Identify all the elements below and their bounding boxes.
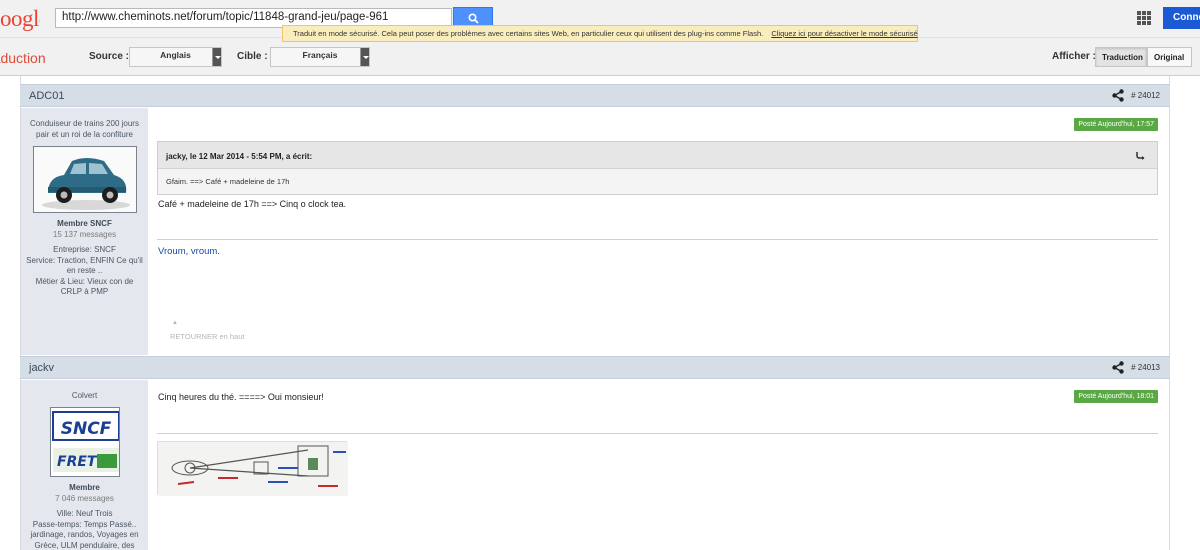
post-date-badge[interactable]: Posté Aujourd'hui, 17:57: [1074, 118, 1158, 131]
post-content: Posté Aujourd'hui, 17:57 jacky, le 12 Ma…: [148, 108, 1169, 355]
sncf-logo-text: SNCF: [60, 419, 111, 439]
target-language-value: Français: [302, 50, 338, 60]
message-count: 7 046 messages: [55, 494, 114, 503]
logo-text: oogle: [0, 6, 40, 31]
translation-toggle[interactable]: Traduction: [1095, 47, 1147, 67]
dropdown-arrow-icon: [212, 48, 221, 66]
post-body: Café + madeleine de 17h ==> Cinq o clock…: [158, 199, 347, 209]
source-label: Source :: [89, 51, 130, 62]
reply-icon[interactable]: [1135, 151, 1145, 160]
apps-icon[interactable]: [1137, 11, 1151, 25]
avatar[interactable]: [32, 146, 137, 213]
source-language-select[interactable]: Anglais: [129, 47, 222, 67]
fret-logo-text: FRET: [57, 454, 98, 470]
post-body: Cinq heures du thé. ====> Oui monsieur!: [158, 392, 324, 402]
user-info-line: Passe-temps: Temps Passé.. jardinage, ra…: [30, 519, 139, 550]
disable-secure-mode-link[interactable]: Cliquez ici pour désactiver le mode sécu…: [771, 29, 917, 38]
back-to-top-link[interactable]: ▲ RETOURNER en haut: [170, 320, 244, 341]
post-header: ADC01 # 24012: [20, 84, 1170, 107]
translate-toolbar: Traduction Source : Anglais Cible : Fran…: [0, 38, 1200, 76]
search-icon: [467, 12, 479, 24]
up-arrow-icon: ▲: [172, 320, 178, 326]
attached-diagram-image[interactable]: [157, 441, 348, 496]
post-number[interactable]: # 24013: [1131, 363, 1160, 372]
quote-author: jacky, le 12 Mar 2014 - 5:54 PM, a écrit…: [166, 152, 313, 161]
sncf-fret-logo-image: SNCF FRET: [50, 408, 119, 476]
user-panel: Conduiseur de trains 200 jours pair et u…: [21, 108, 148, 355]
user-title: Conduiseur de trains 200 jours pair et u…: [30, 119, 139, 139]
target-language-select[interactable]: Français: [270, 47, 370, 67]
user-info-line: Service: Traction, ENFIN Ce qu'il en res…: [26, 255, 143, 276]
connect-button[interactable]: Connexion: [1163, 7, 1200, 29]
original-toggle[interactable]: Original: [1147, 47, 1192, 67]
message-count: 15 137 messages: [52, 230, 117, 239]
post-date-badge[interactable]: Posté Aujourd'hui, 18:01: [1074, 390, 1158, 403]
user-info-line: Entreprise: SNCF: [53, 245, 116, 254]
avatar[interactable]: SNCF FRET: [49, 407, 120, 477]
notice-text: Traduit en mode sécurisé. Cela peut pose…: [293, 29, 764, 38]
user-title: Colvert: [71, 391, 98, 400]
user-info: Ville: Neuf Trois Passe-temps: Temps Pas…: [21, 509, 148, 550]
dropdown-arrow-icon: [360, 48, 369, 66]
post-author[interactable]: jackv: [29, 362, 54, 374]
user-info-line: Métier & Lieu: Vieux con de CRLP à PMP: [35, 276, 134, 297]
car-avatar-image: [33, 147, 136, 212]
post-header: jackv # 24013: [20, 356, 1170, 379]
user-role: Membre SNCF: [57, 219, 112, 228]
diagram-drawing: [158, 442, 348, 496]
show-label: Afficher :: [1052, 51, 1096, 62]
user-info: Entreprise: SNCF Service: Traction, ENFI…: [21, 245, 148, 298]
post-content: Cinq heures du thé. ====> Oui monsieur! …: [148, 380, 1169, 550]
share-icon[interactable]: [1112, 89, 1124, 102]
post-number[interactable]: # 24012: [1131, 91, 1160, 100]
secure-mode-notice: Traduit en mode sécurisé. Cela peut pose…: [282, 25, 918, 42]
user-info-line: Ville: Neuf Trois: [56, 509, 113, 518]
share-icon[interactable]: [1112, 361, 1124, 374]
google-logo[interactable]: oogle: [0, 6, 40, 32]
signature: Vroum, vroum.: [158, 246, 220, 257]
user-panel: Colvert SNCF FRET Membre 7 046 messages …: [21, 380, 148, 550]
quote-header: jacky, le 12 Mar 2014 - 5:54 PM, a écrit…: [158, 142, 1157, 169]
quote-block: jacky, le 12 Mar 2014 - 5:54 PM, a écrit…: [157, 141, 1158, 195]
signature-divider: [157, 239, 1158, 240]
target-label: Cible :: [237, 51, 268, 62]
translate-title: Traduction: [0, 50, 46, 66]
quote-body: Gfaim. ==> Café + madeleine de 17h: [166, 177, 290, 186]
user-role: Membre: [69, 483, 100, 492]
source-language-value: Anglais: [160, 50, 191, 60]
post-author[interactable]: ADC01: [29, 90, 64, 102]
back-to-top-label: RETOURNER en haut: [170, 332, 245, 341]
signature-divider: [157, 433, 1158, 434]
